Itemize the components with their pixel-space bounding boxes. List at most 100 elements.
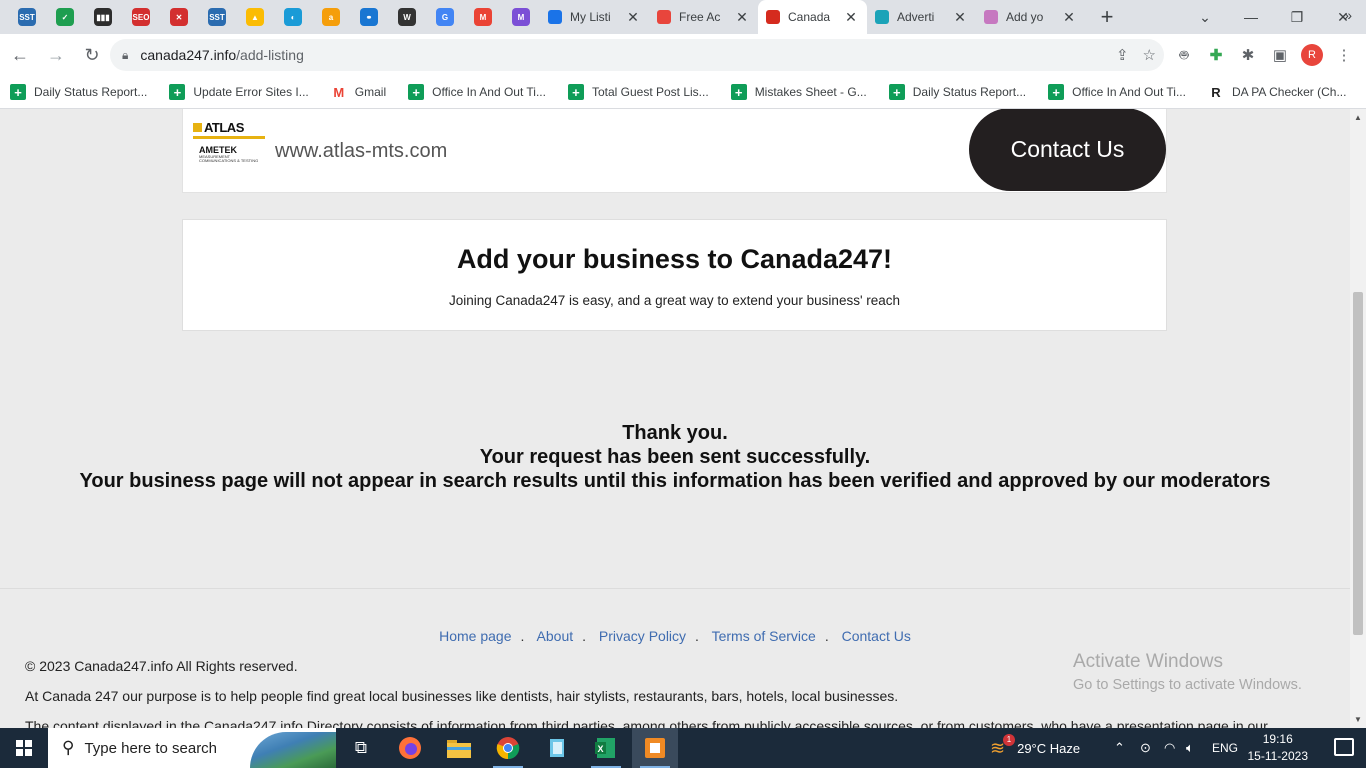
task-view-button[interactable]: ⧉ xyxy=(338,728,384,768)
tab-search-chevron-icon[interactable]: ⌄ xyxy=(1182,0,1228,34)
volume-muted-icon[interactable]: 🔈︎ xyxy=(1186,728,1194,768)
pinned-tab[interactable]: SEO xyxy=(122,0,160,34)
bookmark-item[interactable]: + Mistakes Sheet - G... xyxy=(727,78,871,106)
footer-divider xyxy=(0,588,1350,589)
taskbar-chrome[interactable] xyxy=(485,728,531,768)
tab-title: Add yo xyxy=(1006,10,1044,24)
pinned-tab[interactable]: ▲ xyxy=(236,0,274,34)
browser-tab[interactable]: Add yo ✕ xyxy=(976,0,1085,34)
bookmark-item[interactable]: + Office In And Out Ti... xyxy=(404,78,550,106)
system-clock[interactable]: 19:16 15-11-2023 xyxy=(1248,731,1309,765)
share-icon[interactable]: ⇪ xyxy=(1116,46,1129,64)
plus-extension-icon[interactable]: ✚ xyxy=(1200,39,1232,71)
sheets-icon: + xyxy=(567,84,584,100)
scroll-down-arrow-icon[interactable]: ▼ xyxy=(1354,715,1362,724)
blue-app-icon xyxy=(550,739,564,757)
pinned-tab[interactable]: ▮▮▮ xyxy=(84,0,122,34)
browser-tab[interactable]: Canada ✕ xyxy=(758,0,867,34)
chevron-double-right-icon[interactable]: » xyxy=(1344,7,1352,23)
menu-kebab-icon[interactable]: ⋮ xyxy=(1328,39,1360,71)
taskbar-search-placeholder: Type here to search xyxy=(84,739,218,757)
start-button[interactable] xyxy=(0,728,48,768)
scrollbar-thumb[interactable] xyxy=(1353,292,1363,635)
footer-link-terms[interactable]: Terms of Service xyxy=(712,628,816,644)
pinned-tab[interactable]: W xyxy=(388,0,426,34)
footer-link-privacy[interactable]: Privacy Policy xyxy=(599,628,686,644)
minimize-button[interactable]: — xyxy=(1228,0,1274,34)
pinned-tab[interactable]: SST xyxy=(198,0,236,34)
pinned-tab[interactable]: SST xyxy=(8,0,46,34)
taskbar-file-explorer[interactable] xyxy=(436,728,482,768)
tab-strip: SST ✓ ▮▮▮ SEO ✕ SST ▲ ◐ a ⚭ W G M M My Listi ✕ Free Ac ✕ C… xyxy=(0,0,1366,34)
browser-tab[interactable]: My Listi ✕ xyxy=(540,0,649,34)
meet-now-icon[interactable]: ⊙ xyxy=(1140,728,1151,768)
ad-site-url[interactable]: www.atlas-mts.com xyxy=(275,140,447,163)
ad-contact-button[interactable]: Contact Us xyxy=(969,109,1166,191)
advertisement-banner[interactable]: ATLAS AMETEK MEASUREMENT COMMUNICATIONS … xyxy=(182,109,1167,193)
add-business-box: Add your business to Canada247! Joining … xyxy=(182,219,1167,331)
url-domain: canada247.info xyxy=(140,47,237,63)
google-favicon-icon: G xyxy=(436,8,454,26)
pinned-tab[interactable]: ✕ xyxy=(160,0,198,34)
watermark-title: Activate Windows xyxy=(1073,651,1223,672)
pinned-tab[interactable]: M xyxy=(502,0,540,34)
show-hidden-icons[interactable]: ⌃ xyxy=(1114,728,1125,768)
tab-close-icon[interactable]: ✕ xyxy=(952,9,968,25)
watermark-subtitle: Go to Settings to activate Windows. xyxy=(1073,677,1302,693)
back-button[interactable]: ← xyxy=(4,39,36,71)
bookmark-item[interactable]: M Gmail xyxy=(327,78,390,106)
tab-close-icon[interactable]: ✕ xyxy=(625,9,641,25)
tab-title: Adverti xyxy=(897,10,935,24)
taskbar-excel[interactable]: X xyxy=(583,728,629,768)
close-window-button[interactable]: ✕ xyxy=(1320,0,1366,34)
footer-link-contact[interactable]: Contact Us xyxy=(842,628,911,644)
reload-button[interactable]: ↻ xyxy=(76,39,108,71)
pinned-tab[interactable]: G xyxy=(426,0,464,34)
new-tab-plus-icon[interactable]: + xyxy=(1091,0,1123,34)
bookmark-item[interactable]: + Update Error Sites I... xyxy=(165,78,312,106)
tab-close-icon[interactable]: ✕ xyxy=(1061,9,1077,25)
footer-link-about[interactable]: About xyxy=(537,628,574,644)
side-panel-icon[interactable]: ▣ xyxy=(1264,39,1296,71)
pinned-tab[interactable]: a xyxy=(312,0,350,34)
taskbar-search-box[interactable]: ⚲ Type here to search xyxy=(48,728,336,768)
pinned-tab[interactable]: M xyxy=(464,0,502,34)
bookmark-item[interactable]: + Daily Status Report... xyxy=(6,78,151,106)
scroll-up-arrow-icon[interactable]: ▲ xyxy=(1354,113,1362,122)
weather-widget[interactable]: ≋ 1 29°C Haze xyxy=(990,728,1080,768)
profile-button[interactable]: R xyxy=(1296,39,1328,71)
bookmark-item[interactable]: + Daily Status Report... xyxy=(885,78,1030,106)
url-text: canada247.info/add-listing xyxy=(140,47,303,63)
bookmark-item[interactable]: + Office In And Out Ti... xyxy=(1044,78,1190,106)
forward-button[interactable]: → xyxy=(40,39,72,71)
restore-button[interactable]: ❐ xyxy=(1274,0,1320,34)
search-icon: ⚲ xyxy=(62,738,75,757)
pinned-tab[interactable]: ⚭ xyxy=(350,0,388,34)
bookmark-label: Gmail xyxy=(354,85,387,99)
taskbar-active-app[interactable] xyxy=(632,728,678,768)
clock-date: 15-11-2023 xyxy=(1247,749,1309,763)
sheets-icon: + xyxy=(730,84,747,100)
address-bar[interactable]: 🔒︎ canada247.info/add-listing ⇪ ☆ xyxy=(110,39,1164,71)
tab-close-icon[interactable]: ✕ xyxy=(843,9,859,25)
browser-tab[interactable]: Adverti ✕ xyxy=(867,0,976,34)
page-scrollbar[interactable]: ▲ ▼ xyxy=(1350,109,1366,728)
taskbar-firefox[interactable] xyxy=(387,728,433,768)
tab-close-icon[interactable]: ✕ xyxy=(734,9,750,25)
taskbar-app-blue[interactable] xyxy=(534,728,580,768)
tab-title: Canada xyxy=(788,10,831,24)
puzzle-extensions-icon[interactable]: ✱ xyxy=(1232,39,1264,71)
excel-icon: X xyxy=(595,738,615,758)
browser-tab[interactable]: Free Ac ✕ xyxy=(649,0,758,34)
language-indicator[interactable]: ENG xyxy=(1212,728,1238,768)
pinned-tab[interactable]: ◐ xyxy=(274,0,312,34)
bookmark-item[interactable]: R DA PA Checker (Ch... xyxy=(1204,78,1351,106)
browser-toolbar: ← → ↻ 🔒︎ canada247.info/add-listing ⇪ ☆ … xyxy=(0,34,1366,76)
pinned-tab[interactable]: ✓ xyxy=(46,0,84,34)
robot-extension-icon[interactable]: 🤖︎ xyxy=(1168,39,1200,71)
bookmark-item[interactable]: + Total Guest Post Lis... xyxy=(564,78,713,106)
bookmark-star-icon[interactable]: ☆ xyxy=(1143,46,1156,64)
wifi-icon[interactable]: ◠ xyxy=(1164,728,1175,768)
notification-center-icon[interactable] xyxy=(1334,738,1354,756)
footer-link-home[interactable]: Home page xyxy=(439,628,511,644)
